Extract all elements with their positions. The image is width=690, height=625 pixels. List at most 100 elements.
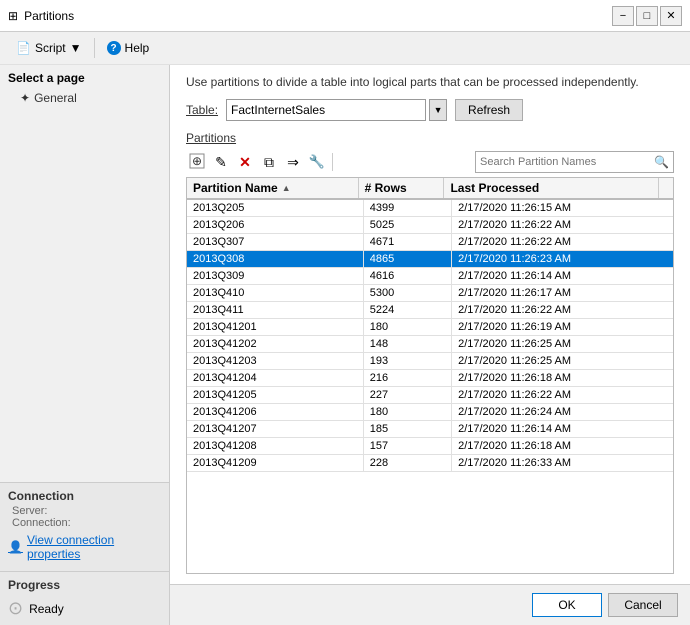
minimize-button[interactable]: − xyxy=(612,6,634,26)
window-icon: ⊞ xyxy=(8,9,18,23)
table-row[interactable]: 2013Q412081572/17/2020 11:26:18 AM xyxy=(187,438,673,455)
general-label: General xyxy=(34,91,77,105)
script-label: Script xyxy=(35,41,66,55)
sidebar-item-general[interactable]: ✦ General xyxy=(8,89,161,107)
table-row[interactable]: 2013Q412061802/17/2020 11:26:24 AM xyxy=(187,404,673,421)
table-row[interactable]: 2013Q20650252/17/2020 11:26:22 AM xyxy=(187,217,673,234)
sort-icon-name: ▲ xyxy=(282,183,291,193)
progress-spinner-icon: ⊙ xyxy=(8,598,23,619)
rows-count-cell: 4616 xyxy=(364,268,452,284)
script-button[interactable]: 📄 Script ▼ xyxy=(10,39,88,57)
table-selector-row: Table: FactInternetSales ▼ Refresh xyxy=(186,99,674,121)
table-field-label: Table: xyxy=(186,103,218,117)
search-box: 🔍 xyxy=(475,151,674,173)
col-header-name[interactable]: Partition Name ▲ xyxy=(187,178,359,198)
table-row[interactable]: 2013Q20543992/17/2020 11:26:15 AM xyxy=(187,200,673,217)
table-row[interactable]: 2013Q412052272/17/2020 11:26:22 AM xyxy=(187,387,673,404)
rows-count-cell: 5300 xyxy=(364,285,452,301)
last-processed-cell: 2/17/2020 11:26:22 AM xyxy=(452,302,673,318)
table-select[interactable]: FactInternetSales xyxy=(226,99,426,121)
table-select-arrow[interactable]: ▼ xyxy=(429,99,447,121)
general-icon: ✦ xyxy=(20,91,30,105)
partition-name-cell: 2013Q205 xyxy=(187,200,364,216)
partition-name-cell: 2013Q411 xyxy=(187,302,364,318)
last-processed-cell: 2/17/2020 11:26:22 AM xyxy=(452,387,673,403)
sidebar: Select a page ✦ General Connection Serve… xyxy=(0,65,170,625)
table-body[interactable]: 2013Q20543992/17/2020 11:26:15 AM2013Q20… xyxy=(187,200,673,573)
partitions-toolbar: ⊕ ✎ ✕ ⧉ ⇒ 🔧 xyxy=(186,151,674,173)
rows-count-cell: 193 xyxy=(364,353,452,369)
ready-label: Ready xyxy=(29,602,64,616)
rows-count-cell: 185 xyxy=(364,421,452,437)
last-processed-cell: 2/17/2020 11:26:22 AM xyxy=(452,234,673,250)
table-header: Partition Name ▲ # Rows Last Processed xyxy=(187,178,673,200)
top-toolbar: 📄 Script ▼ ? Help xyxy=(0,32,690,65)
rows-count-cell: 5224 xyxy=(364,302,452,318)
new-icon: ⊕ xyxy=(189,153,205,172)
connection-label: Connection xyxy=(8,489,161,503)
view-connection-link[interactable]: 👤 View connection properties xyxy=(8,529,161,565)
table-row[interactable]: 2013Q412011802/17/2020 11:26:19 AM xyxy=(187,319,673,336)
partition-name-cell: 2013Q41208 xyxy=(187,438,364,454)
progress-section-block: Progress ⊙ Ready xyxy=(0,571,169,625)
copy-partition-button[interactable]: ⧉ xyxy=(258,151,280,173)
last-processed-cell: 2/17/2020 11:26:14 AM xyxy=(452,421,673,437)
table-row[interactable]: 2013Q412071852/17/2020 11:26:14 AM xyxy=(187,421,673,438)
partition-name-cell: 2013Q41207 xyxy=(187,421,364,437)
last-processed-cell: 2/17/2020 11:26:22 AM xyxy=(452,217,673,233)
delete-icon: ✕ xyxy=(239,154,251,171)
cancel-button[interactable]: Cancel xyxy=(608,593,678,617)
connection-icon: 👤 xyxy=(8,540,23,554)
ok-button[interactable]: OK xyxy=(532,593,602,617)
col-header-rows[interactable]: # Rows xyxy=(359,178,445,198)
table-row[interactable]: 2013Q412021482/17/2020 11:26:25 AM xyxy=(187,336,673,353)
rows-count-cell: 148 xyxy=(364,336,452,352)
table-row[interactable]: 2013Q412031932/17/2020 11:26:25 AM xyxy=(187,353,673,370)
table-row[interactable]: 2013Q30746712/17/2020 11:26:22 AM xyxy=(187,234,673,251)
move-partition-button[interactable]: ⇒ xyxy=(282,151,304,173)
sidebar-select-section: Select a page ✦ General xyxy=(0,65,169,113)
partition-name-cell: 2013Q410 xyxy=(187,285,364,301)
close-button[interactable]: ✕ xyxy=(660,6,682,26)
last-processed-cell: 2/17/2020 11:26:14 AM xyxy=(452,268,673,284)
delete-partition-button[interactable]: ✕ xyxy=(234,151,256,173)
last-processed-cell: 2/17/2020 11:26:15 AM xyxy=(452,200,673,216)
svg-text:⊕: ⊕ xyxy=(192,154,202,168)
settings-partition-button[interactable]: 🔧 xyxy=(306,151,328,173)
content-body: Use partitions to divide a table into lo… xyxy=(170,65,690,584)
partition-table: Partition Name ▲ # Rows Last Processed 2… xyxy=(186,177,674,574)
last-processed-cell: 2/17/2020 11:26:18 AM xyxy=(452,438,673,454)
table-row[interactable]: 2013Q30946162/17/2020 11:26:14 AM xyxy=(187,268,673,285)
partition-name-cell: 2013Q41202 xyxy=(187,336,364,352)
refresh-button[interactable]: Refresh xyxy=(455,99,523,121)
table-row[interactable]: 2013Q41152242/17/2020 11:26:22 AM xyxy=(187,302,673,319)
copy-icon: ⧉ xyxy=(264,154,274,171)
search-input[interactable] xyxy=(480,156,650,168)
partition-name-cell: 2013Q41203 xyxy=(187,353,364,369)
last-processed-cell: 2/17/2020 11:26:24 AM xyxy=(452,404,673,420)
new-partition-button[interactable]: ⊕ xyxy=(186,151,208,173)
rows-count-cell: 4399 xyxy=(364,200,452,216)
partition-name-cell: 2013Q41206 xyxy=(187,404,364,420)
ptb-separator xyxy=(332,153,333,171)
partition-name-cell: 2013Q308 xyxy=(187,251,364,267)
table-row[interactable]: 2013Q412042162/17/2020 11:26:18 AM xyxy=(187,370,673,387)
table-row[interactable]: 2013Q412092282/17/2020 11:26:33 AM xyxy=(187,455,673,472)
edit-partition-button[interactable]: ✎ xyxy=(210,151,232,173)
partition-name-cell: 2013Q41201 xyxy=(187,319,364,335)
partition-name-cell: 2013Q41205 xyxy=(187,387,364,403)
toolbar-separator xyxy=(94,38,95,58)
main-layout: Select a page ✦ General Connection Serve… xyxy=(0,65,690,625)
rows-count-cell: 5025 xyxy=(364,217,452,233)
table-row[interactable]: 2013Q30848652/17/2020 11:26:23 AM xyxy=(187,251,673,268)
last-processed-cell: 2/17/2020 11:26:25 AM xyxy=(452,336,673,352)
partition-name-cell: 2013Q41209 xyxy=(187,455,364,471)
maximize-button[interactable]: □ xyxy=(636,6,658,26)
server-label: Server: xyxy=(8,505,161,517)
col-header-processed[interactable]: Last Processed xyxy=(444,178,659,198)
edit-icon: ✎ xyxy=(215,154,227,171)
rows-count-cell: 180 xyxy=(364,319,452,335)
table-row[interactable]: 2013Q41053002/17/2020 11:26:17 AM xyxy=(187,285,673,302)
title-bar-controls: − □ ✕ xyxy=(612,6,682,26)
help-button[interactable]: ? Help xyxy=(101,39,156,57)
